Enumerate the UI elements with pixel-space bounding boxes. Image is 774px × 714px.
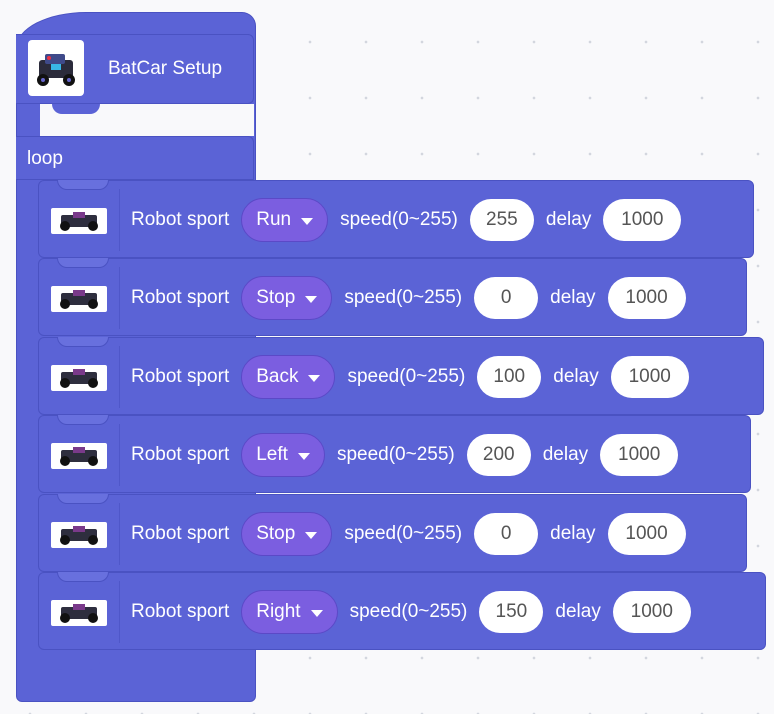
speed-label: speed(0~255) (336, 444, 455, 465)
caret-down-icon (308, 374, 321, 382)
robot-thumbnail-icon (51, 286, 107, 312)
speed-label: speed(0~255) (347, 366, 466, 387)
caret-down-icon (310, 609, 323, 617)
delay-input[interactable]: 1000 (603, 199, 682, 241)
robot-sport-block[interactable]: Robot sport Back speed(0~255) 100 delay … (38, 337, 764, 415)
loop-label: loop (27, 148, 63, 169)
robot-thumbnail-icon (51, 443, 107, 469)
caret-down-icon (305, 295, 318, 303)
block-divider (119, 267, 120, 329)
delay-input[interactable]: 1000 (600, 434, 679, 476)
delay-label: delay (550, 287, 596, 308)
mode-value: Stop (256, 287, 296, 308)
block-divider (119, 424, 120, 486)
robot-car-icon (28, 40, 84, 96)
speed-input[interactable]: 255 (469, 199, 534, 241)
speed-input[interactable]: 150 (479, 591, 544, 633)
mode-dropdown[interactable]: Left (241, 433, 325, 477)
speed-label: speed(0~255) (340, 209, 458, 230)
block-divider (119, 581, 120, 643)
mode-value: Left (256, 444, 288, 465)
robot-sport-block[interactable]: Robot sport Right speed(0~255) 150 delay… (38, 572, 766, 650)
block-divider (119, 346, 120, 408)
robot-sport-block[interactable]: Robot sport Stop speed(0~255) 0 delay 10… (38, 494, 747, 572)
block-divider (119, 503, 120, 565)
robot-sport-label: Robot sport (131, 209, 230, 230)
mode-value: Right (256, 601, 301, 622)
delay-input[interactable]: 1000 (612, 591, 691, 633)
mode-dropdown[interactable]: Run (241, 198, 329, 242)
delay-label: delay (550, 523, 596, 544)
speed-input[interactable]: 100 (477, 356, 542, 398)
mode-value: Run (256, 209, 292, 230)
robot-sport-label: Robot sport (131, 366, 230, 387)
robot-sport-label: Robot sport (131, 287, 230, 308)
delay-input[interactable]: 1000 (607, 513, 686, 555)
caret-down-icon (301, 217, 314, 225)
mode-value: Stop (256, 523, 296, 544)
delay-label: delay (542, 444, 589, 465)
delay-label: delay (555, 601, 601, 622)
speed-input[interactable]: 200 (466, 434, 531, 476)
speed-label: speed(0~255) (344, 287, 463, 308)
robot-sport-label: Robot sport (131, 601, 230, 622)
robot-thumbnail-icon (51, 522, 107, 548)
mode-dropdown[interactable]: Stop (241, 276, 333, 320)
mode-dropdown[interactable]: Right (241, 590, 338, 634)
delay-input[interactable]: 1000 (607, 277, 686, 319)
robot-sport-label: Robot sport (131, 523, 230, 544)
mode-dropdown[interactable]: Back (241, 355, 336, 399)
speed-input[interactable]: 0 (474, 513, 539, 555)
speed-input[interactable]: 0 (474, 277, 539, 319)
speed-label: speed(0~255) (344, 523, 463, 544)
delay-label: delay (545, 209, 592, 230)
caret-down-icon (297, 452, 310, 460)
delay-input[interactable]: 1000 (610, 356, 689, 398)
block-divider (119, 189, 120, 251)
robot-thumbnail-icon (51, 208, 107, 234)
setup-notch (40, 104, 254, 136)
robot-sport-block[interactable]: Robot sport Left speed(0~255) 200 delay … (38, 415, 751, 493)
speed-label: speed(0~255) (349, 601, 468, 622)
delay-label: delay (553, 366, 599, 387)
caret-down-icon (305, 531, 318, 539)
robot-sport-label: Robot sport (131, 444, 230, 465)
robot-thumbnail-icon (51, 600, 107, 626)
robot-sport-block[interactable]: Robot sport Stop speed(0~255) 0 delay 10… (38, 258, 747, 336)
robot-thumbnail-icon (51, 365, 107, 391)
mode-dropdown[interactable]: Stop (241, 512, 333, 556)
setup-title: BatCar Setup (108, 58, 223, 79)
mode-value: Back (256, 366, 299, 387)
robot-sport-block[interactable]: Robot sport Run speed(0~255) 255 delay 1… (38, 180, 754, 258)
